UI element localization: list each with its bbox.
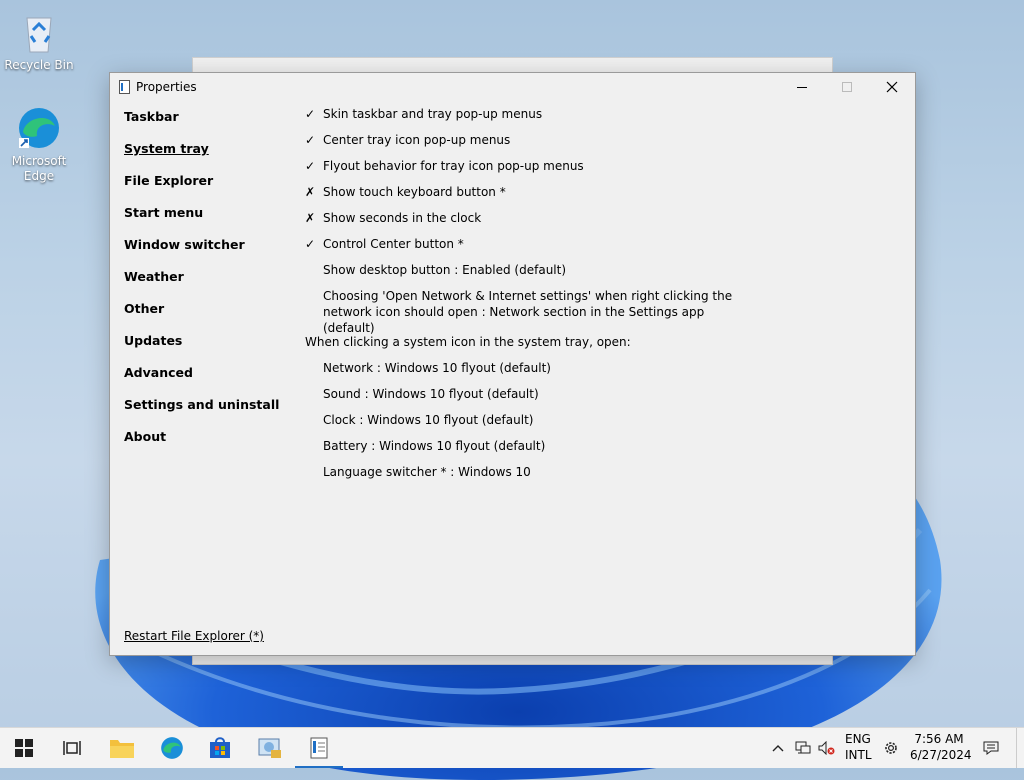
edge-icon (19, 108, 59, 148)
flyout-option-row[interactable]: Battery : Windows 10 flyout (default) (305, 438, 743, 464)
minimize-button[interactable] (779, 73, 825, 101)
nav-item-system-tray[interactable]: System tray (124, 141, 279, 173)
volume-tray-button[interactable] (815, 728, 839, 768)
edge-icon (161, 737, 183, 759)
control-panel-button[interactable] (246, 728, 294, 768)
nav-item-window-switcher[interactable]: Window switcher (124, 237, 279, 269)
option-row[interactable]: Choosing 'Open Network & Internet settin… (305, 288, 743, 335)
properties-app-icon (310, 737, 328, 759)
app-icon (119, 80, 130, 94)
desktop-icon-recycle-bin[interactable]: Recycle Bin (3, 8, 75, 73)
option-row[interactable]: ✓ Skin taskbar and tray pop-up menus (305, 106, 743, 132)
option-label: Skin taskbar and tray pop-up menus (323, 107, 543, 121)
gear-icon (885, 742, 897, 754)
flyout-option-label: Language switcher * : Windows 10 (323, 465, 531, 479)
flyout-option-row[interactable]: Language switcher * : Windows 10 (305, 464, 743, 490)
nav-item-advanced[interactable]: Advanced (124, 365, 279, 397)
notifications-button[interactable] (978, 728, 1004, 768)
flyout-option-label: Clock : Windows 10 flyout (default) (323, 413, 534, 427)
cross-icon: ✗ (305, 185, 316, 199)
restart-file-explorer-link[interactable]: Restart File Explorer (*) (124, 629, 264, 643)
option-label: Choosing 'Open Network & Internet settin… (323, 289, 733, 335)
nav-item-about[interactable]: About (124, 429, 279, 461)
file-explorer-button[interactable] (98, 728, 146, 768)
flyout-option-row[interactable]: Network : Windows 10 flyout (default) (305, 360, 743, 386)
task-view-button[interactable] (48, 728, 96, 768)
option-row[interactable]: Show desktop button : Enabled (default) (305, 262, 743, 288)
network-icon (795, 741, 811, 754)
flyout-option-row[interactable]: Clock : Windows 10 flyout (default) (305, 412, 743, 438)
start-button[interactable] (0, 728, 48, 768)
maximize-button[interactable] (824, 73, 870, 101)
clock-date: 6/27/2024 (910, 748, 972, 762)
recycle-bin-icon (26, 17, 52, 53)
clock[interactable]: 7:56 AM 6/27/2024 (910, 731, 972, 763)
nav-item-settings-and-uninstall[interactable]: Settings and uninstall (124, 397, 279, 429)
control-panel-icon (258, 738, 281, 758)
option-label: Center tray icon pop-up menus (323, 133, 511, 147)
flyout-option-label: Sound : Windows 10 flyout (default) (323, 387, 539, 401)
option-label: Control Center button * (323, 237, 464, 251)
flyout-option-label: Battery : Windows 10 flyout (default) (323, 439, 546, 453)
maximize-icon (842, 82, 852, 92)
option-row[interactable]: ✓ Flyout behavior for tray icon pop-up me… (305, 158, 743, 184)
nav-item-weather[interactable]: Weather (124, 269, 279, 301)
minimize-icon (797, 87, 807, 88)
desktop-icon-label: Microsoft Edge (11, 154, 67, 183)
edge-button[interactable] (148, 728, 196, 768)
checkmark-icon: ✓ (305, 133, 316, 147)
checkmark-icon: ✓ (305, 237, 316, 251)
volume-muted-icon (818, 741, 835, 755)
store-icon (210, 737, 230, 758)
window-title: Properties (136, 80, 197, 94)
close-icon (886, 81, 898, 93)
store-button[interactable] (196, 728, 244, 768)
option-row[interactable]: ✗ Show touch keyboard button * (305, 184, 743, 210)
options-panel: ✓ Skin taskbar and tray pop-up menus ✓ Cent… (305, 106, 743, 490)
tray-flyout-heading: When clicking a system icon in the syste… (305, 335, 631, 349)
nav-item-updates[interactable]: Updates (124, 333, 279, 365)
flyout-option-row[interactable]: Sound : Windows 10 flyout (default) (305, 386, 743, 412)
properties-app-button[interactable] (295, 728, 343, 768)
settings-tray-button[interactable] (878, 728, 904, 768)
taskbar: ENG INTL 7:56 AM 6/27/2024 (0, 727, 1024, 768)
folder-icon (110, 740, 134, 758)
network-tray-button[interactable] (790, 728, 816, 768)
language-indicator[interactable]: ENG INTL (845, 731, 872, 763)
properties-window: Properties Taskbar System tray File Explor… (109, 72, 916, 656)
nav-item-start-menu[interactable]: Start menu (124, 205, 279, 237)
nav-item-taskbar[interactable]: Taskbar (124, 109, 279, 141)
keyboard-layout: INTL (845, 748, 872, 762)
nav-item-file-explorer[interactable]: File Explorer (124, 173, 279, 205)
settings-nav: Taskbar System tray File Explorer Start men… (124, 109, 279, 461)
windows-logo-icon (15, 739, 33, 757)
option-label: Show touch keyboard button * (323, 185, 506, 199)
option-label: Show desktop button : Enabled (default) (323, 263, 567, 277)
window-titlebar[interactable]: Properties (110, 73, 915, 101)
clock-time: 7:56 AM (914, 732, 964, 746)
show-hidden-icons-button[interactable] (766, 728, 790, 768)
chevron-up-icon (772, 745, 784, 752)
checkmark-icon: ✓ (305, 159, 316, 173)
desktop-icon-label: Recycle Bin (4, 58, 74, 72)
option-row[interactable]: ✗ Show seconds in the clock (305, 210, 743, 236)
desktop-icon-edge[interactable]: Microsoft Edge (3, 104, 75, 184)
option-label: Show seconds in the clock (323, 211, 482, 225)
option-row[interactable]: ✓ Control Center button * (305, 236, 743, 262)
option-row[interactable]: ✓ Center tray icon pop-up menus (305, 132, 743, 158)
task-view-icon (63, 741, 81, 755)
notification-icon (983, 741, 999, 755)
nav-item-other[interactable]: Other (124, 301, 279, 333)
close-button[interactable] (869, 73, 915, 101)
checkmark-icon: ✓ (305, 107, 316, 121)
cross-icon: ✗ (305, 211, 316, 225)
language-code: ENG (845, 732, 871, 746)
show-desktop-button[interactable] (1016, 728, 1024, 768)
option-label: Flyout behavior for tray icon pop-up men… (323, 159, 584, 173)
flyout-option-label: Network : Windows 10 flyout (default) (323, 361, 551, 375)
